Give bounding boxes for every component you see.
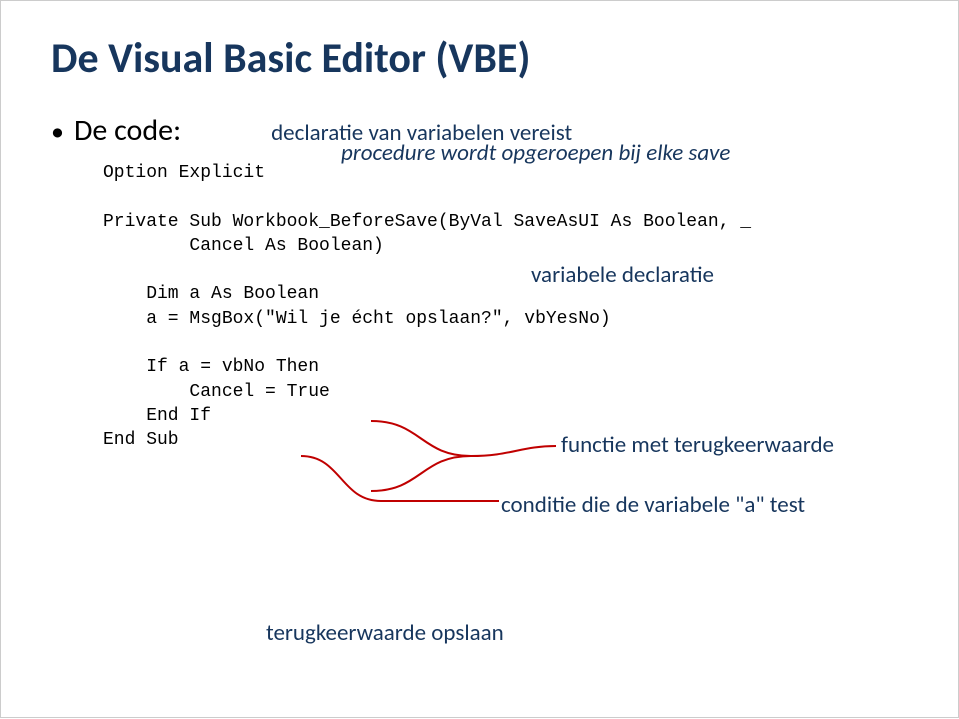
code-line: Dim a As Boolean [103, 284, 319, 304]
slide: De Visual Basic Editor (VBE) • De code: … [0, 0, 959, 718]
annotation-procedure: procedure wordt opgeroepen bij elke save [341, 139, 730, 167]
annotation-condition: conditie die de variabele "a" test [501, 491, 805, 519]
annotation-vardecl: variabele declaratie [531, 261, 714, 289]
annotation-returnstore: terugkeerwaarde opslaan [266, 619, 504, 647]
code-line: If a = vbNo Then [103, 357, 319, 377]
code-line: Cancel As Boolean) [103, 236, 384, 256]
code-block: Option Explicit Private Sub Workbook_Bef… [103, 161, 908, 453]
code-line: End If [103, 406, 211, 426]
code-line: a = MsgBox("Wil je écht opslaan?", vbYes… [103, 309, 611, 329]
code-line: Cancel = True [103, 382, 330, 402]
code-line: Option Explicit [103, 163, 265, 183]
slide-title: De Visual Basic Editor (VBE) [51, 33, 908, 84]
code-line: End Sub [103, 430, 179, 450]
annotation-function: functie met terugkeerwaarde [561, 431, 834, 459]
bullet-text: De code: [74, 112, 181, 149]
bullet-icon: • [51, 114, 64, 144]
code-line: Private Sub Workbook_BeforeSave(ByVal Sa… [103, 212, 751, 232]
